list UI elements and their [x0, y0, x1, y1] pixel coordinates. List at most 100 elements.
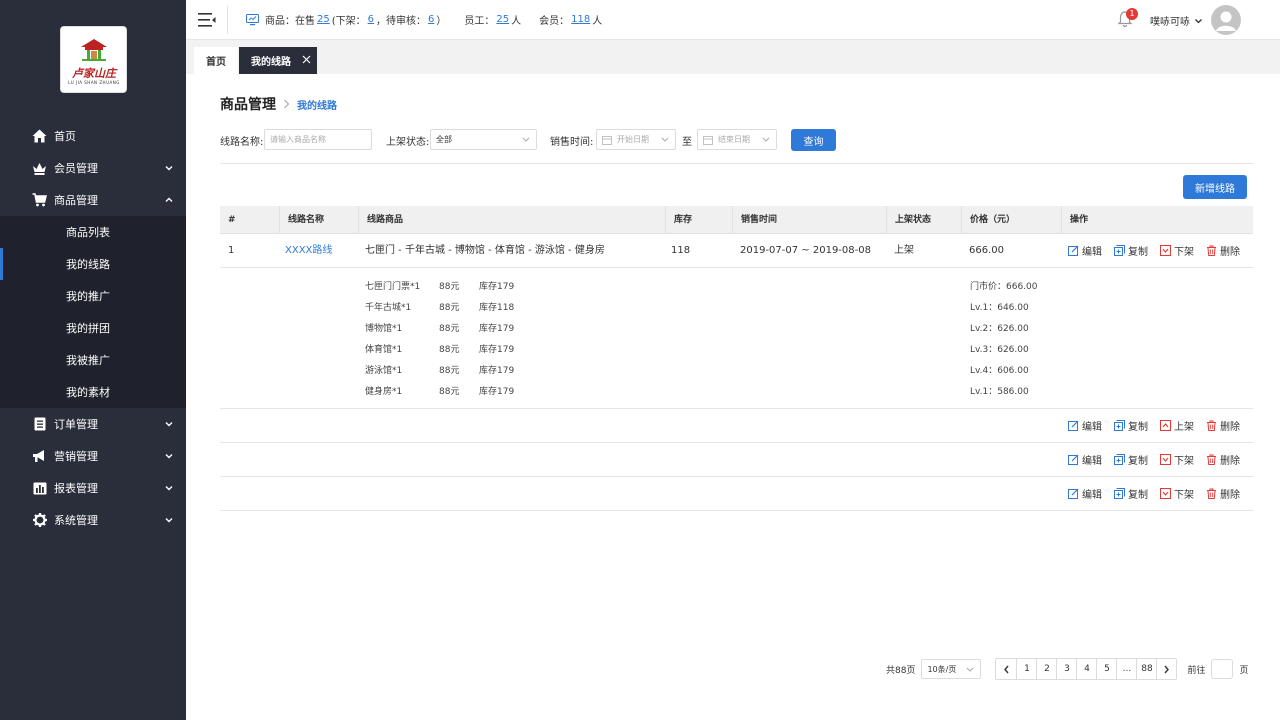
tab-bar: 首页 我的线路: [186, 40, 1280, 74]
megaphone-icon: [32, 449, 47, 464]
end-date-placeholder: 结束日期: [718, 135, 750, 144]
stat-pending[interactable]: 6: [428, 14, 434, 25]
delete-button[interactable]: 删除: [1206, 452, 1240, 467]
copy-button[interactable]: 复制: [1114, 452, 1148, 467]
sidebar-item-members[interactable]: 会员管理: [0, 152, 186, 184]
user-menu[interactable]: 噗哧可哧: [1150, 13, 1203, 28]
sidebar-subitem-materials[interactable]: 我的素材: [0, 376, 186, 408]
take-down-button[interactable]: 下架: [1160, 486, 1194, 501]
prev-page-button[interactable]: [996, 659, 1016, 679]
detail-item-price: 88元: [439, 366, 460, 376]
goto-label: 前往: [1187, 665, 1206, 676]
sidebar-item-reports[interactable]: 报表管理: [0, 472, 186, 504]
put-on-button[interactable]: 上架: [1160, 418, 1194, 433]
page-button[interactable]: 3: [1056, 659, 1076, 679]
edit-button[interactable]: 编辑: [1068, 418, 1102, 433]
breadcrumb-root[interactable]: 商品管理: [220, 94, 276, 114]
query-button[interactable]: 查询: [791, 129, 836, 151]
page-button[interactable]: 88: [1136, 659, 1156, 679]
table-row: 1 XXXX路线 七匣门 - 千年古城 - 博物馆 - 体育馆 - 游泳馆 - …: [220, 234, 1253, 268]
sidebar-subitem-goods-list[interactable]: 商品列表: [0, 216, 186, 248]
stat-member[interactable]: 118: [571, 14, 590, 25]
detail-item-name: 博物馆*1: [365, 324, 403, 334]
end-date-input[interactable]: 结束日期: [697, 129, 777, 150]
edit-button[interactable]: 编辑: [1068, 243, 1102, 258]
sidebar-subitem-my-group[interactable]: 我的拼团: [0, 312, 186, 344]
user-avatar-icon: [1212, 6, 1240, 34]
take-down-button[interactable]: 下架: [1160, 243, 1194, 258]
detail-item-stock: 库存179: [479, 345, 515, 355]
tab-label: 我的线路: [251, 57, 291, 68]
stat-on-sale[interactable]: 25: [317, 14, 330, 25]
route-name-placeholder: 请输入商品名称: [270, 135, 326, 144]
close-icon[interactable]: [302, 55, 311, 64]
sidebar-subitem-my-promotion[interactable]: 我的推广: [0, 280, 186, 312]
sidebar-item-marketing[interactable]: 营销管理: [0, 440, 186, 472]
detail-item-stock: 库存118: [479, 303, 515, 313]
page-size-select[interactable]: 10条/页: [921, 659, 982, 679]
sidebar-item-orders[interactable]: 订单管理: [0, 408, 186, 440]
chevron-left-icon: [1004, 665, 1009, 673]
tab-home[interactable]: 首页: [194, 47, 238, 74]
page-button[interactable]: 5: [1096, 659, 1116, 679]
page-button[interactable]: 4: [1076, 659, 1096, 679]
page-button[interactable]: 1: [1016, 659, 1036, 679]
start-date-placeholder: 开始日期: [617, 135, 649, 144]
stat-off[interactable]: 6: [368, 14, 374, 25]
take-down-button[interactable]: 下架: [1160, 452, 1194, 467]
th-route-goods: 线路商品: [358, 206, 665, 234]
put-on-icon: [1160, 420, 1171, 431]
chevron-right-icon: [284, 99, 290, 109]
menu-toggle-icon[interactable]: [198, 12, 216, 28]
chevron-up-icon: [165, 197, 173, 202]
delete-button[interactable]: 删除: [1206, 418, 1240, 433]
chevron-down-icon: [165, 486, 173, 491]
row-route-name-link[interactable]: XXXX路线: [277, 234, 332, 267]
delete-button[interactable]: 删除: [1206, 486, 1240, 501]
chevron-down-icon: [165, 454, 173, 459]
chevron-down-icon: [165, 422, 173, 427]
route-name-input[interactable]: 请输入商品名称: [264, 129, 372, 150]
next-page-button[interactable]: [1156, 659, 1176, 679]
copy-button[interactable]: 复制: [1114, 418, 1148, 433]
detail-item-price: 88元: [439, 345, 460, 355]
detail-item-price: 88元: [439, 387, 460, 397]
row-price: 666.00: [969, 245, 1004, 256]
divider: [220, 163, 1253, 164]
chevron-down-icon: [522, 137, 530, 142]
page-button[interactable]: 2: [1036, 659, 1056, 679]
goto-page-input[interactable]: [1211, 659, 1234, 679]
sidebar-item-label: 订单管理: [54, 418, 98, 431]
stat-staff[interactable]: 25: [496, 14, 509, 25]
edit-button[interactable]: 编辑: [1068, 452, 1102, 467]
avatar[interactable]: [1211, 5, 1241, 35]
copy-button[interactable]: 复制: [1114, 243, 1148, 258]
trash-icon: [1207, 488, 1216, 499]
logo-subtext: LU JIA SHAN ZHUANG: [68, 80, 120, 85]
chevron-down-icon: [1195, 18, 1202, 23]
add-route-button[interactable]: 新增线路: [1183, 175, 1247, 199]
sidebar-item-system[interactable]: 系统管理: [0, 504, 186, 536]
sidebar-subitem-promoted[interactable]: 我被推广: [0, 344, 186, 376]
th-status: 上架状态: [886, 206, 961, 234]
detail-level-price: Lv.1：646.00: [970, 303, 1029, 313]
detail-level-price: Lv.4：606.00: [970, 366, 1029, 376]
edit-button[interactable]: 编辑: [1068, 486, 1102, 501]
sidebar-item-home[interactable]: 首页: [0, 120, 186, 152]
sidebar-subitem-my-routes[interactable]: 我的线路: [0, 248, 186, 280]
detail-item-name: 七匣门门票*1: [365, 282, 421, 292]
start-date-input[interactable]: 开始日期: [596, 129, 676, 150]
delete-button[interactable]: 删除: [1206, 243, 1240, 258]
sidebar-item-goods[interactable]: 商品管理: [0, 184, 186, 216]
stat-pending-label: ，待审核：: [376, 16, 427, 27]
copy-icon: [1114, 488, 1125, 499]
route-name-label: 线路名称:: [220, 137, 264, 148]
detail-level-price: Lv.3：626.00: [970, 345, 1029, 355]
status-select[interactable]: 全部: [430, 129, 537, 150]
chevron-down-icon: [661, 137, 669, 142]
table-row: 编辑 复制 下架 删除: [220, 477, 1253, 511]
monitor-icon: [246, 13, 259, 25]
detail-item-stock: 库存179: [479, 387, 515, 397]
copy-button[interactable]: 复制: [1114, 486, 1148, 501]
tab-my-routes[interactable]: 我的线路: [239, 47, 317, 74]
